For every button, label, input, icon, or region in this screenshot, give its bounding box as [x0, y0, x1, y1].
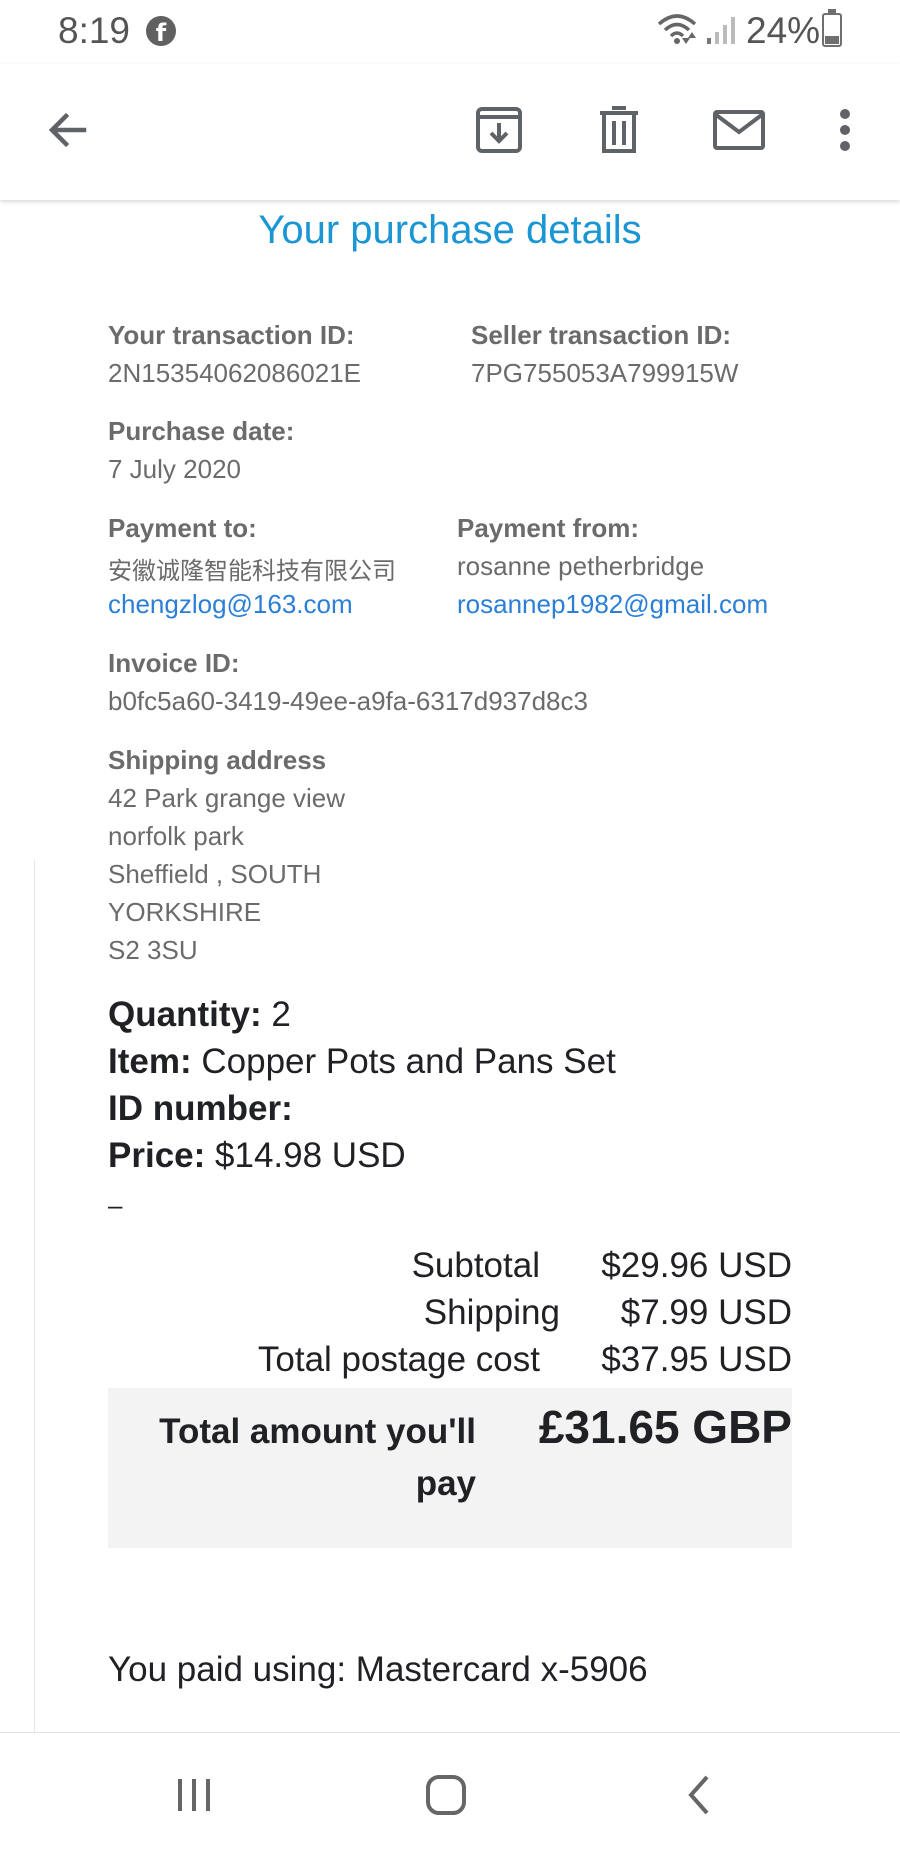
- subtotal-value: $29.96 USD: [601, 1246, 792, 1285]
- payment-method: You paid using: Mastercard x-5906: [108, 1650, 648, 1689]
- more-vert-icon: [840, 109, 850, 151]
- id-number-label: ID number:: [108, 1089, 293, 1128]
- seller-transaction-id-label: Seller transaction ID:: [471, 320, 732, 350]
- separator-dash: –: [108, 1190, 123, 1220]
- delete-button[interactable]: [583, 94, 655, 166]
- mark-unread-button[interactable]: [703, 94, 775, 166]
- item-label: Item:: [108, 1042, 192, 1081]
- id-number-row: ID number:: [108, 1089, 293, 1129]
- home-icon: [426, 1775, 466, 1815]
- address-line: Sheffield , SOUTH: [108, 859, 322, 889]
- item-value: Copper Pots and Pans Set: [201, 1042, 616, 1081]
- total-postage-label: Total postage cost: [257, 1340, 540, 1379]
- total-postage-value: $37.95 USD: [601, 1340, 792, 1379]
- quantity-value: 2: [271, 995, 291, 1034]
- recents-icon: [178, 1779, 210, 1811]
- subtotal-label: Subtotal: [411, 1246, 540, 1285]
- signal-icon: [705, 14, 737, 51]
- invoice-id-value: b0fc5a60-3419-49ee-a9fa-6317d937d8c3: [108, 686, 588, 716]
- purchase-details-heading: Your purchase details: [258, 208, 642, 252]
- back-icon: [688, 1775, 709, 1815]
- quantity-label: Quantity:: [108, 995, 262, 1034]
- address-line: 42 Park grange view: [108, 783, 346, 813]
- payment-from-email-link[interactable]: rosannep1982@gmail.com: [457, 589, 768, 620]
- status-time: 8:19: [58, 10, 131, 51]
- payment-to-email-link[interactable]: chengzlog@163.com: [108, 589, 353, 620]
- back-button[interactable]: [32, 94, 104, 166]
- battery-icon: [822, 9, 842, 47]
- home-button[interactable]: [410, 1759, 482, 1831]
- purchase-date-label: Purchase date:: [108, 416, 295, 446]
- shipping-label: Shipping: [423, 1293, 560, 1332]
- your-transaction-id-label: Your transaction ID:: [108, 320, 355, 350]
- recents-button[interactable]: [158, 1759, 230, 1831]
- address-line: S2 3SU: [108, 935, 198, 965]
- total-amount-label: Total amount you'll pay: [159, 1412, 476, 1503]
- archive-icon: [476, 107, 522, 153]
- address-line: YORKSHIRE: [108, 897, 262, 927]
- more-options-button[interactable]: [809, 94, 881, 166]
- price-value: $14.98 USD: [215, 1136, 406, 1175]
- price-label: Price:: [108, 1136, 206, 1175]
- payment-from-name: rosanne petherbridge: [457, 551, 705, 581]
- shipping-address-label: Shipping address: [108, 745, 327, 775]
- price-row: Price: $14.98 USD: [108, 1136, 406, 1176]
- invoice-id-label: Invoice ID:: [108, 648, 240, 678]
- address-line: norfolk park: [108, 821, 244, 851]
- system-nav-bar: [0, 1732, 900, 1850]
- total-amount-value: £31.65 GBP: [538, 1401, 792, 1453]
- trash-icon: [600, 106, 638, 153]
- divider: [34, 860, 35, 1732]
- mail-icon: [713, 110, 765, 150]
- payment-to-label: Payment to:: [108, 513, 257, 543]
- facebook-icon: f: [146, 16, 176, 47]
- quantity-row: Quantity: 2: [108, 995, 291, 1035]
- archive-button[interactable]: [463, 94, 535, 166]
- purchase-date-value: 7 July 2020: [108, 454, 241, 484]
- wifi-icon: [657, 12, 697, 51]
- shipping-value: $7.99 USD: [620, 1293, 792, 1332]
- system-back-button[interactable]: [662, 1759, 734, 1831]
- email-body: Your purchase details Your transaction I…: [0, 200, 900, 1732]
- email-toolbar: [0, 64, 900, 200]
- status-bar: 8:19 f 24%: [0, 0, 900, 64]
- back-arrow-icon: [48, 112, 87, 148]
- seller-transaction-id-value: 7PG755053A799915W: [471, 358, 739, 388]
- payment-from-label: Payment from:: [457, 513, 640, 543]
- payment-to-name: 安徽诚隆智能科技有限公司: [108, 557, 396, 585]
- battery-percentage: 24%: [746, 10, 821, 51]
- item-row: Item: Copper Pots and Pans Set: [108, 1042, 616, 1082]
- your-transaction-id-value: 2N15354062086021E: [108, 358, 362, 388]
